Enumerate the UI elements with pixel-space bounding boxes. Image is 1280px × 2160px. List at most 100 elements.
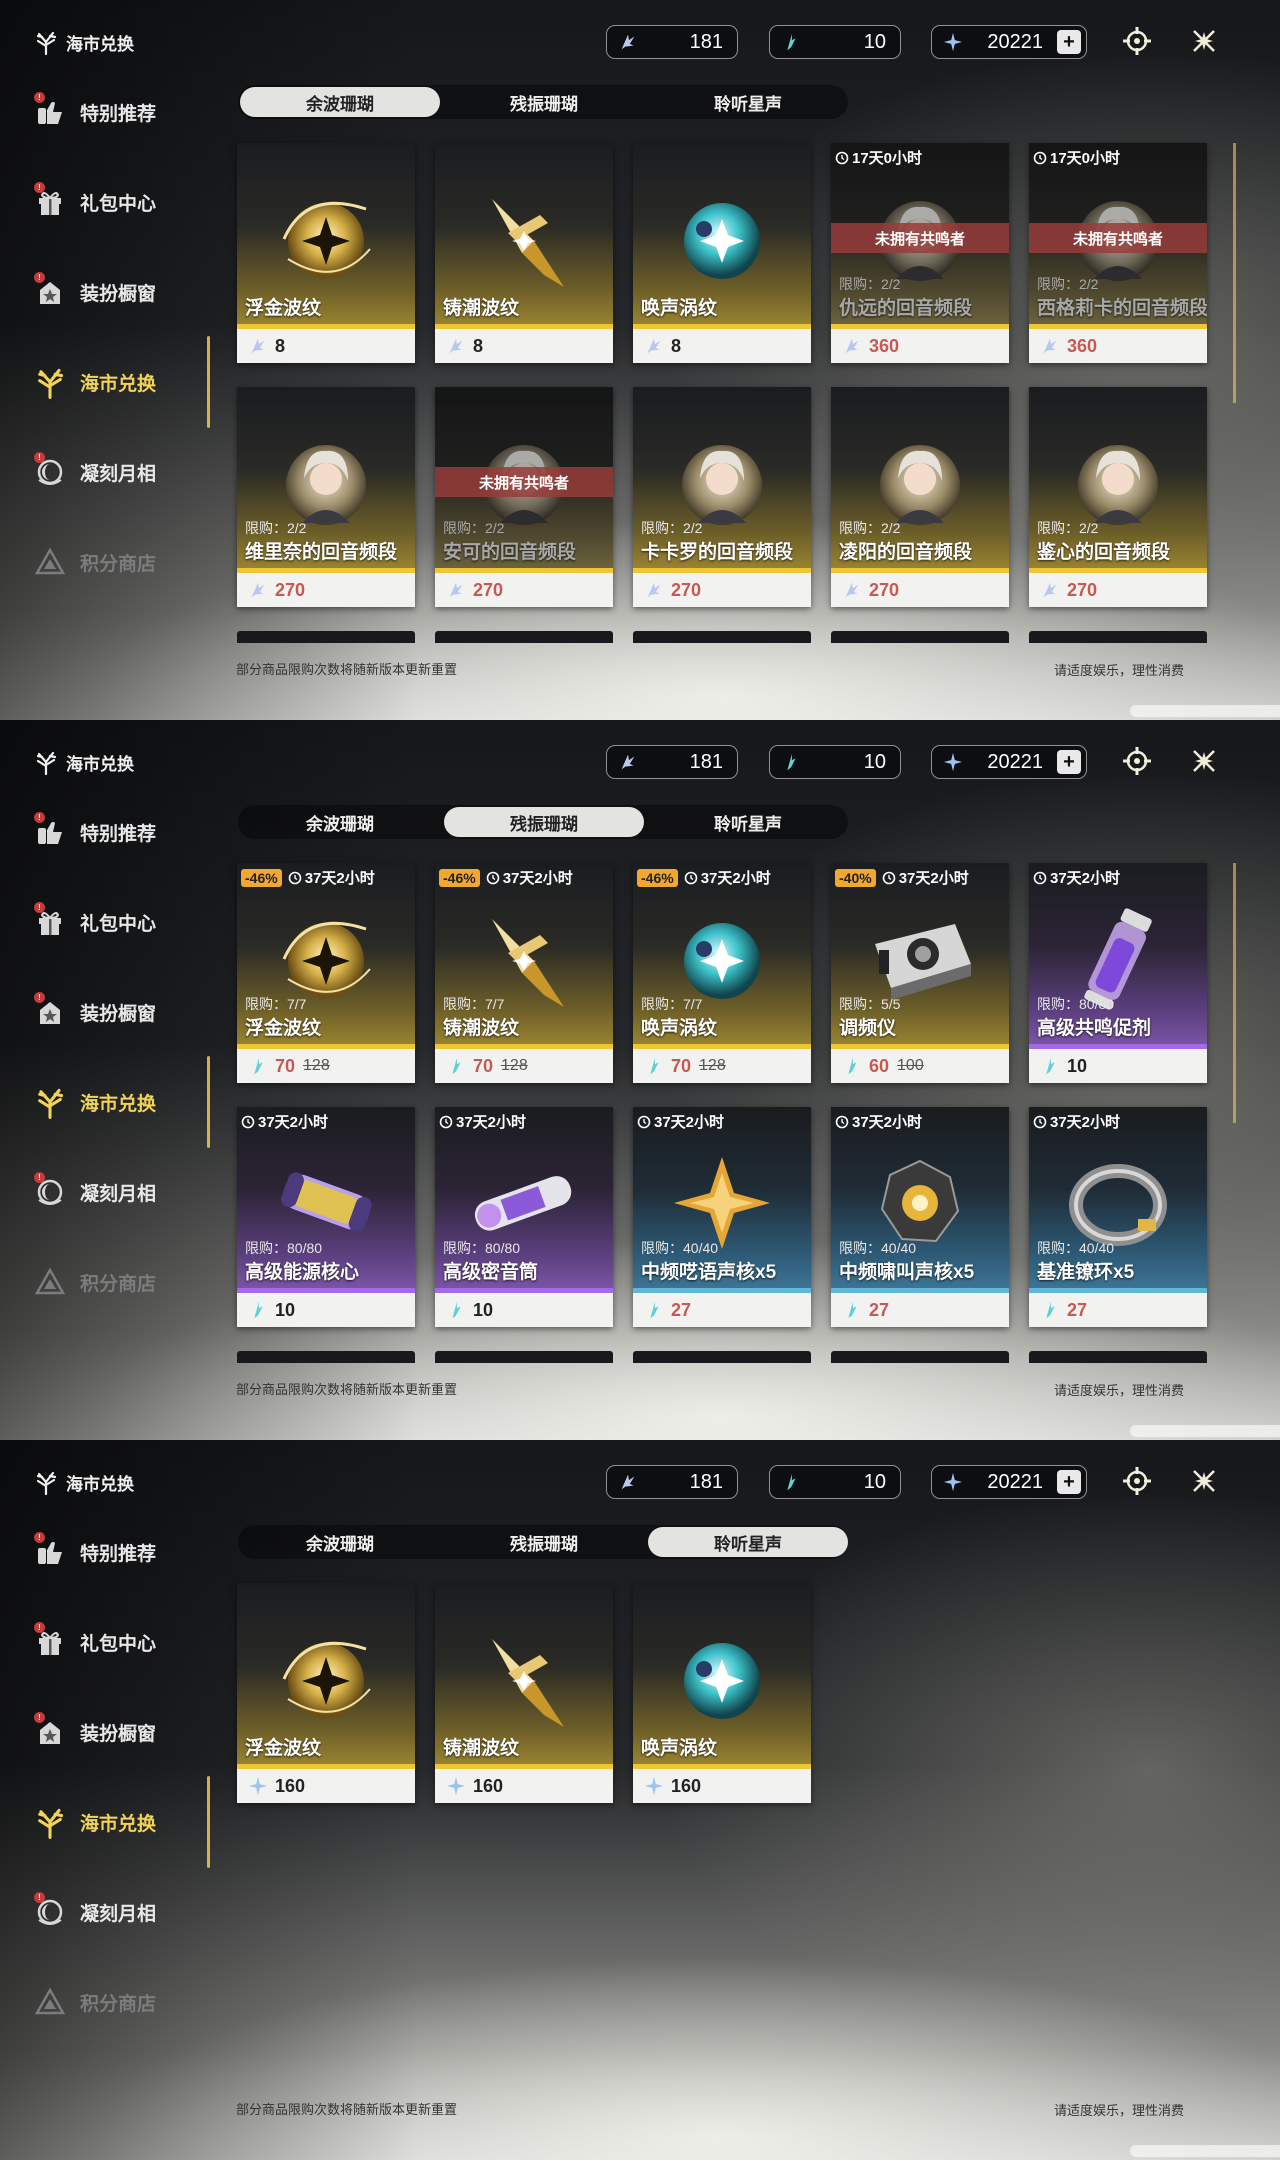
shop-item-card[interactable]: 17天0小时 未拥有共鸣者 限购：2/2 西格莉卡的回音频段 360 bbox=[1029, 143, 1207, 363]
currency-3[interactable]: 20221 + bbox=[931, 1465, 1087, 1499]
close-icon[interactable] bbox=[1184, 1461, 1224, 1501]
tab-2[interactable]: 残振珊瑚 bbox=[444, 87, 644, 117]
timer-text: 37天2小时 bbox=[1050, 1114, 1121, 1131]
sidebar-item-5[interactable]: ! 凝刻月相 bbox=[30, 452, 156, 492]
shop-item-card[interactable]: -46% 37天2小时 限购：7/7 唤声涡纹 70 128 bbox=[633, 863, 811, 1083]
sidebar-item-2[interactable]: ! 礼包中心 bbox=[30, 1622, 156, 1662]
points-shop-icon bbox=[30, 1982, 70, 2022]
currency-3[interactable]: 20221 + bbox=[931, 25, 1087, 59]
purchase-limit: 限购：2/2 bbox=[1037, 520, 1099, 536]
sidebar-item-5[interactable]: ! 凝刻月相 bbox=[30, 1892, 156, 1932]
shop-item-card[interactable]: 铸潮波纹 160 bbox=[435, 1583, 613, 1803]
oscillated-currency-icon bbox=[643, 335, 665, 357]
scrollbar[interactable] bbox=[1233, 863, 1236, 1123]
timer-text: 37天2小时 bbox=[456, 1114, 527, 1131]
purchase-limit: 限购：5/5 bbox=[839, 996, 901, 1012]
oscillated-currency-icon bbox=[247, 579, 269, 601]
item-name: 中频呓语声核x5 bbox=[641, 1262, 777, 1283]
astrite-currency-icon bbox=[445, 1775, 467, 1797]
close-icon[interactable] bbox=[1184, 21, 1224, 61]
sidebar-item-label: 凝刻月相 bbox=[80, 463, 157, 485]
sidebar-item-3[interactable]: ! 装扮橱窗 bbox=[30, 272, 156, 312]
add-currency-button[interactable]: + bbox=[1057, 30, 1081, 54]
shop-item-card[interactable]: -46% 37天2小时 限购：7/7 浮金波纹 70 128 bbox=[237, 863, 415, 1083]
sidebar-item-2[interactable]: ! 礼包中心 bbox=[30, 902, 156, 942]
add-currency-button[interactable]: + bbox=[1057, 750, 1081, 774]
sidebar-item-label: 凝刻月相 bbox=[80, 1183, 157, 1205]
scrollbar[interactable] bbox=[1233, 143, 1236, 403]
item-price: 60 bbox=[869, 1055, 890, 1076]
shop-item-card[interactable]: 限购：2/2 维里奈的回音频段 270 bbox=[237, 387, 415, 607]
shop-item-card[interactable]: 37天2小时 限购：40/40 基准镣环x5 27 bbox=[1029, 1107, 1207, 1327]
item-timer: 37天2小时 bbox=[241, 1111, 328, 1132]
tab-1[interactable]: 余波珊瑚 bbox=[240, 1527, 440, 1557]
gamepad-icon[interactable] bbox=[1117, 1461, 1157, 1501]
sidebar-item-1[interactable]: ! 特别推荐 bbox=[30, 812, 156, 852]
item-price: 70 bbox=[671, 1055, 692, 1076]
shop-item-card[interactable]: 铸潮波纹 8 bbox=[435, 143, 613, 363]
tab-2[interactable]: 残振珊瑚 bbox=[444, 1527, 644, 1557]
moon-phase-icon: ! bbox=[30, 1172, 70, 1212]
shop-item-card[interactable]: 37天2小时 限购：40/40 中频呓语声核x5 27 bbox=[633, 1107, 811, 1327]
sidebar-item-6[interactable]: 积分商店 bbox=[30, 1262, 156, 1302]
sidebar-item-4[interactable]: 海市兑换 bbox=[30, 362, 156, 402]
price-row: 160 bbox=[237, 1769, 415, 1803]
shop-item-card[interactable]: 未拥有共鸣者 限购：2/2 安可的回音频段 270 bbox=[435, 387, 613, 607]
sidebar-item-5[interactable]: ! 凝刻月相 bbox=[30, 1172, 156, 1212]
shop-item-card[interactable]: 浮金波纹 8 bbox=[237, 143, 415, 363]
gamepad-icon[interactable] bbox=[1117, 741, 1157, 781]
tab-3[interactable]: 聆听星声 bbox=[648, 1527, 848, 1557]
sidebar-item-label: 积分商店 bbox=[80, 1273, 157, 1295]
teal-sphere-image bbox=[662, 1619, 782, 1739]
item-name: 唤声涡纹 bbox=[641, 298, 718, 319]
sidebar-item-3[interactable]: ! 装扮橱窗 bbox=[30, 1712, 156, 1752]
shop-item-card[interactable]: 唤声涡纹 8 bbox=[633, 143, 811, 363]
shop-item-card[interactable]: 唤声涡纹 160 bbox=[633, 1583, 811, 1803]
shop-item-card[interactable]: 限购：2/2 凌阳的回音频段 270 bbox=[831, 387, 1009, 607]
tab-3[interactable]: 聆听星声 bbox=[648, 807, 848, 837]
shop-item-card[interactable]: 限购：2/2 卡卡罗的回音频段 270 bbox=[633, 387, 811, 607]
oscillated-currency-icon bbox=[445, 335, 467, 357]
price-row: 270 bbox=[435, 573, 613, 607]
partial-card bbox=[831, 631, 1009, 643]
shop-item-card[interactable]: 37天2小时 限购：80/80 高级能源核心 10 bbox=[237, 1107, 415, 1327]
close-icon[interactable] bbox=[1184, 741, 1224, 781]
oscillated-coral-icon bbox=[613, 747, 643, 777]
original-price: 128 bbox=[699, 1057, 726, 1074]
tab-3[interactable]: 聆听星声 bbox=[648, 87, 848, 117]
sidebar-item-3[interactable]: ! 装扮橱窗 bbox=[30, 992, 156, 1032]
notification-badge: ! bbox=[34, 92, 45, 103]
sidebar-item-2[interactable]: ! 礼包中心 bbox=[30, 182, 156, 222]
timer-text: 37天2小时 bbox=[898, 870, 969, 887]
purchase-limit: 限购：2/2 bbox=[1037, 276, 1099, 292]
purchase-limit: 限购：2/2 bbox=[443, 520, 505, 536]
shop-item-card[interactable]: 37天2小时 限购：80/80 高级共鸣促剂 10 bbox=[1029, 863, 1207, 1083]
shop-screen-2: 海市兑换 181 10 20221 +! 特别推荐! 礼包中心! 装扮橱窗 海市兑换! 凝刻月相积… bbox=[0, 720, 1280, 1440]
currency-3[interactable]: 20221 + bbox=[931, 745, 1087, 779]
afterglow-currency-icon bbox=[445, 1055, 467, 1077]
shop-item-card[interactable]: -40% 37天2小时 限购：5/5 调频仪 60 100 bbox=[831, 863, 1009, 1083]
shop-item-card[interactable]: -46% 37天2小时 限购：7/7 铸潮波纹 70 128 bbox=[435, 863, 613, 1083]
play-responsibly-note: 请适度娱乐，理性消费 bbox=[1053, 663, 1184, 678]
sidebar-item-6[interactable]: 积分商店 bbox=[30, 1982, 156, 2022]
tab-1[interactable]: 余波珊瑚 bbox=[240, 807, 440, 837]
sidebar-item-6[interactable]: 积分商店 bbox=[30, 542, 156, 582]
item-price: 270 bbox=[869, 579, 900, 600]
sidebar-item-4[interactable]: 海市兑换 bbox=[30, 1082, 156, 1122]
sidebar-item-4[interactable]: 海市兑换 bbox=[30, 1802, 156, 1842]
sidebar-item-1[interactable]: ! 特别推荐 bbox=[30, 1532, 156, 1572]
tab-2[interactable]: 残振珊瑚 bbox=[444, 807, 644, 837]
tab-1[interactable]: 余波珊瑚 bbox=[240, 87, 440, 117]
price-row: 160 bbox=[633, 1769, 811, 1803]
shop-item-card[interactable]: 37天2小时 限购：80/80 高级密音筒 10 bbox=[435, 1107, 613, 1327]
oscillated-currency-icon bbox=[445, 579, 467, 601]
shop-item-card[interactable]: 17天0小时 未拥有共鸣者 限购：2/2 仇远的回音频段 360 bbox=[831, 143, 1009, 363]
add-currency-button[interactable]: + bbox=[1057, 1470, 1081, 1494]
sidebar-item-1[interactable]: ! 特别推荐 bbox=[30, 92, 156, 132]
shop-item-card[interactable]: 浮金波纹 160 bbox=[237, 1583, 415, 1803]
gamepad-icon[interactable] bbox=[1117, 21, 1157, 61]
shop-item-card[interactable]: 37天2小时 限购：40/40 中频啸叫声核x5 27 bbox=[831, 1107, 1009, 1327]
tab-bar: 余波珊瑚 残振珊瑚 聆听星声 bbox=[238, 805, 848, 839]
shop-item-card[interactable]: 限购：2/2 鉴心的回音频段 270 bbox=[1029, 387, 1207, 607]
currency-value: 20221 bbox=[987, 750, 1043, 773]
